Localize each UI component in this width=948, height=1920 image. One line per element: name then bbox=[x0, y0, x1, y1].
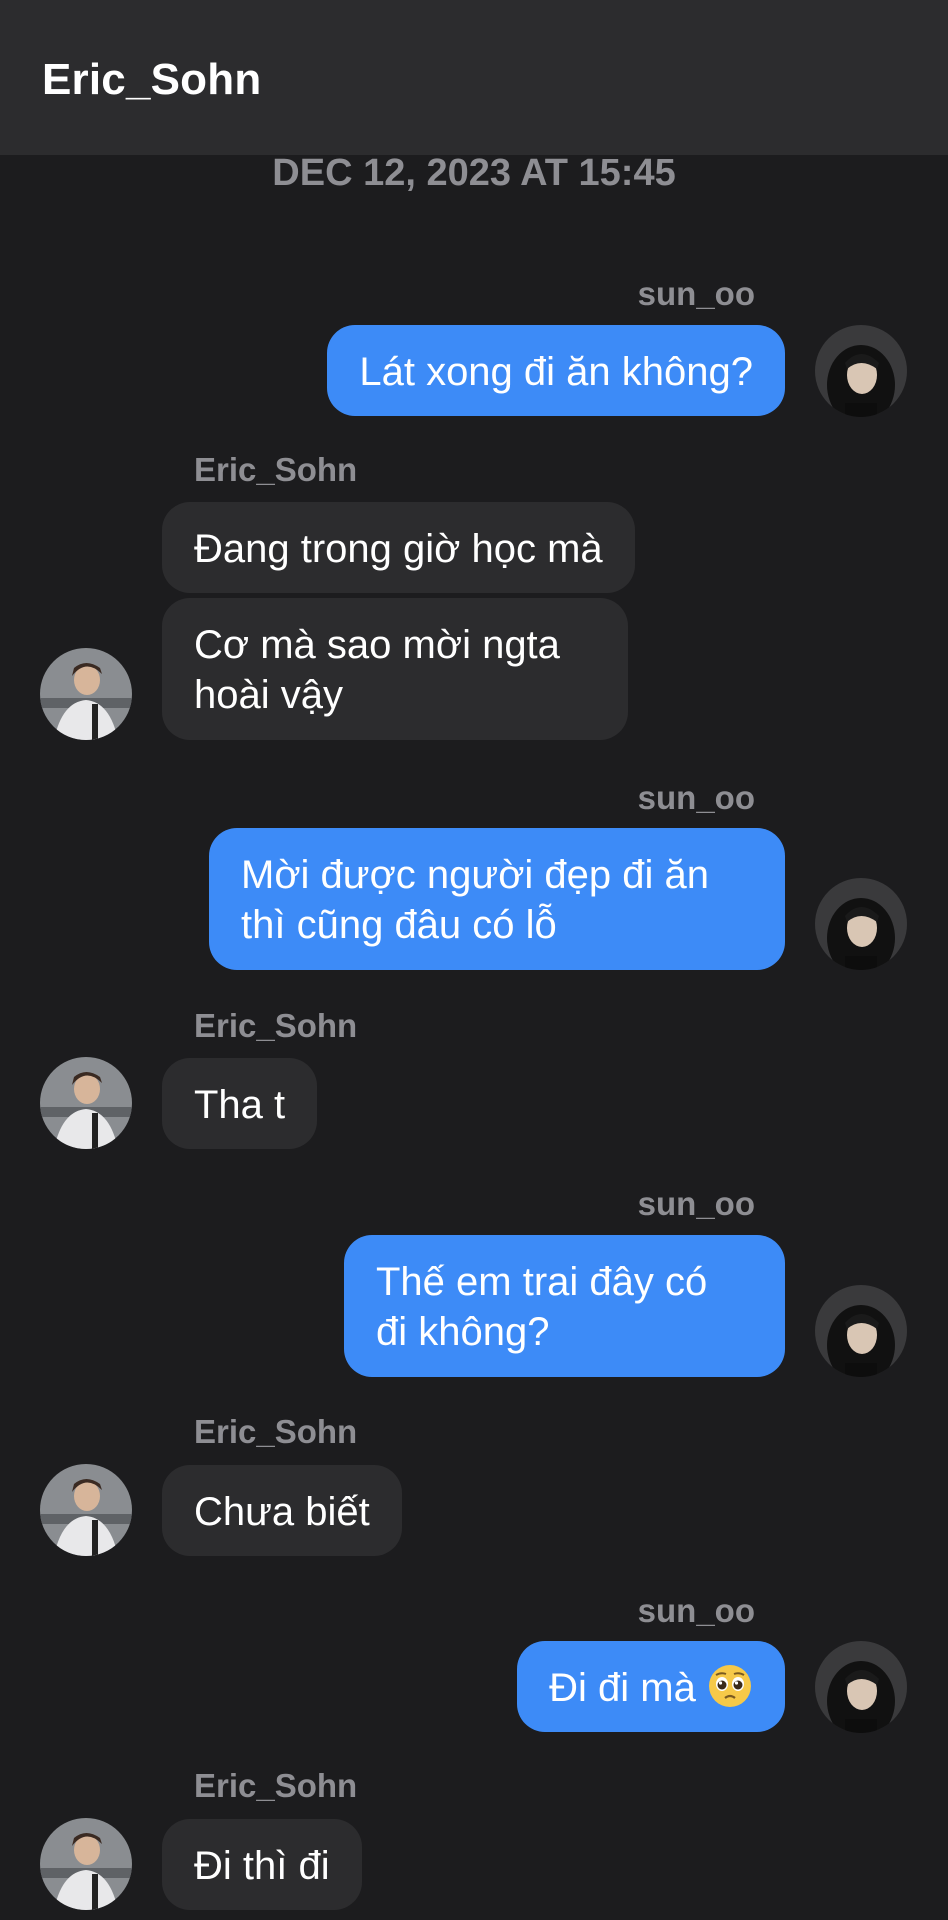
message-text: Đi thì đi bbox=[194, 1844, 330, 1888]
avatar-eric-sohn[interactable] bbox=[40, 648, 132, 740]
sender-name: sun_oo bbox=[637, 1592, 755, 1629]
message-text-line: thì cũng đâu có lỗ bbox=[241, 903, 557, 947]
avatar-eric-sohn[interactable] bbox=[40, 1464, 132, 1556]
message-bubble-incoming[interactable]: Đang trong giờ học mà bbox=[162, 502, 635, 593]
message-bubble-incoming[interactable]: Tha t bbox=[162, 1058, 318, 1149]
message-text-line: hoài vậy bbox=[194, 673, 343, 717]
avatar-eric-sohn[interactable] bbox=[40, 1818, 132, 1910]
sender-name: sun_oo bbox=[637, 779, 755, 816]
message-bubble-incoming[interactable]: Chưa biết bbox=[162, 1465, 402, 1556]
message-text: Chưa biết bbox=[194, 1490, 370, 1534]
avatar-sun-oo[interactable] bbox=[815, 1641, 907, 1733]
message-text-line: Cơ mà sao mời ngta bbox=[194, 623, 560, 667]
message-bubble-outgoing[interactable]: Lát xong đi ăn không? bbox=[327, 325, 785, 416]
sender-name: Eric_Sohn bbox=[194, 451, 358, 488]
message-text-line: Thế em trai đây có bbox=[376, 1260, 708, 1304]
pleading-face-icon bbox=[709, 1665, 751, 1707]
avatar-sun-oo[interactable] bbox=[815, 325, 907, 417]
timestamp: DEC 12, 2023 AT 15:45 bbox=[272, 152, 676, 194]
message-text: Đang trong giờ học mà bbox=[194, 527, 603, 571]
sender-name: sun_oo bbox=[637, 1185, 755, 1222]
message-bubble-outgoing[interactable]: Đi đi mà bbox=[517, 1641, 785, 1732]
message-text: Lát xong đi ăn không? bbox=[359, 350, 753, 394]
sender-name: Eric_Sohn bbox=[194, 1767, 358, 1804]
sender-name: sun_oo bbox=[637, 275, 755, 312]
message-text-line: đi không? bbox=[376, 1310, 550, 1354]
message-bubble-outgoing[interactable]: Thế em trai đây có đi không? bbox=[344, 1235, 785, 1377]
message-text-line: Mời được người đẹp đi ăn bbox=[241, 853, 710, 897]
chat-header: Eric_Sohn bbox=[0, 0, 948, 155]
message-bubble-outgoing[interactable]: Mời được người đẹp đi ăn thì cũng đâu có… bbox=[209, 828, 785, 970]
message-text: Tha t bbox=[194, 1083, 286, 1127]
sender-name: Eric_Sohn bbox=[194, 1007, 358, 1044]
chat-title[interactable]: Eric_Sohn bbox=[42, 55, 261, 105]
message-bubble-incoming[interactable]: Đi thì đi bbox=[162, 1819, 362, 1910]
message-bubble-incoming[interactable]: Cơ mà sao mời ngta hoài vậy bbox=[162, 598, 628, 740]
sender-name: Eric_Sohn bbox=[194, 1413, 358, 1450]
avatar-sun-oo[interactable] bbox=[815, 1285, 907, 1377]
message-text: Đi đi mà bbox=[549, 1666, 696, 1710]
avatar-eric-sohn[interactable] bbox=[40, 1057, 132, 1149]
avatar-sun-oo[interactable] bbox=[815, 878, 907, 970]
